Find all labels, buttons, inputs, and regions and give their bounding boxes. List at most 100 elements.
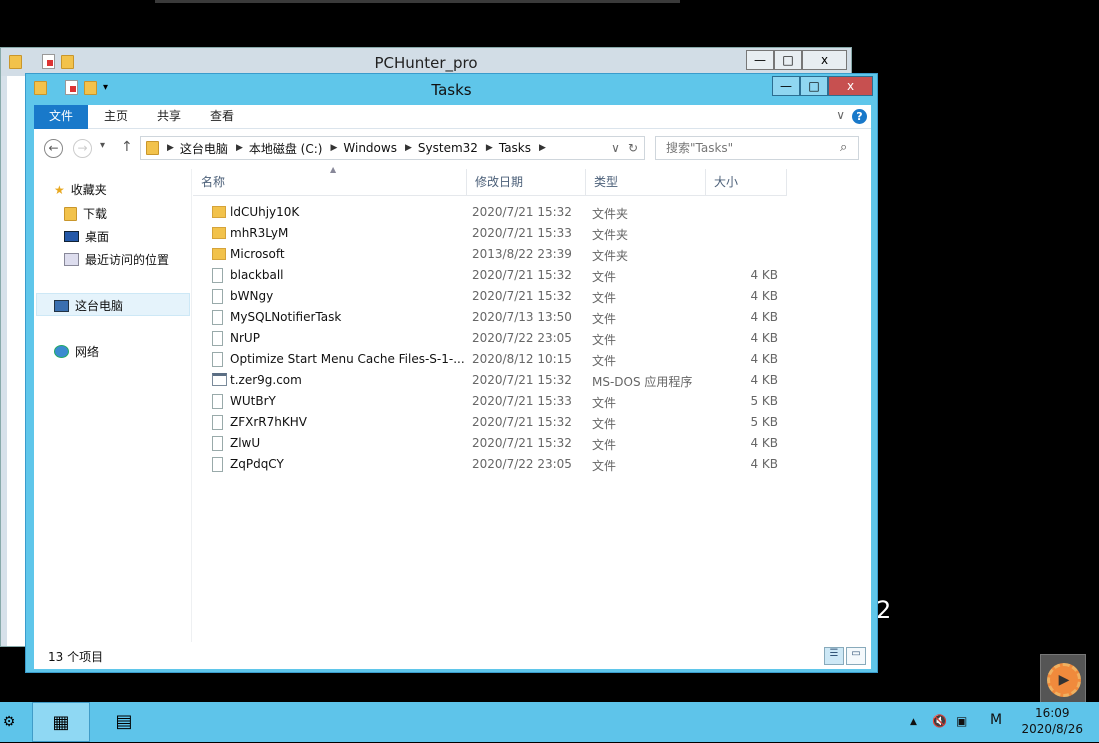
file-date: 2020/7/21 15:32	[472, 205, 572, 219]
show-hidden-icons-button[interactable]: ▲	[910, 717, 917, 727]
clock-date: 2020/8/26	[1021, 722, 1083, 736]
table-row[interactable]: ZFXrR7hKHV 2020/7/21 15:32 文件 5 KB	[202, 412, 802, 433]
tab-file[interactable]: 文件	[34, 105, 88, 129]
pchunter-close-button[interactable]: x	[802, 50, 847, 70]
explorer-window[interactable]: ▾ Tasks — □ x 文件 主页 共享 查看 ∨ ? ← → ▾ ↑ ▶ …	[25, 73, 878, 673]
breadcrumb-separator[interactable]: ▶	[236, 143, 243, 153]
file-name: bWNgy	[230, 289, 274, 303]
nav-favorites[interactable]: ★ 收藏夹	[54, 181, 107, 198]
table-row[interactable]: ZlwU 2020/7/21 15:32 文件 4 KB	[202, 433, 802, 454]
start-button[interactable]: ⚙	[0, 702, 18, 742]
table-row[interactable]: mhR3LyM 2020/7/21 15:33 文件夹	[202, 223, 802, 244]
volume-muted-icon[interactable]: 🔇	[932, 714, 947, 728]
file-list: 名称 ▲ 修改日期 类型 大小 ldCUhjy10K 2020/7/21 15:3…	[192, 165, 871, 642]
maximize-button[interactable]: □	[800, 76, 828, 96]
file-type: 文件	[592, 417, 617, 431]
performance-monitor-icon: ▤	[115, 711, 133, 732]
table-row[interactable]: NrUP 2020/7/22 23:05 文件 4 KB	[202, 328, 802, 349]
file-icon	[212, 415, 223, 430]
file-name: Microsoft	[230, 247, 285, 261]
clock-time: 16:09	[1034, 706, 1070, 720]
table-row[interactable]: bWNgy 2020/7/21 15:32 文件 4 KB	[202, 286, 802, 307]
tab-home[interactable]: 主页	[94, 105, 138, 129]
back-button[interactable]: ←	[44, 139, 63, 158]
back-icon: ←	[44, 139, 63, 158]
nav-desktop[interactable]: 桌面	[64, 228, 109, 245]
table-row[interactable]: ldCUhjy10K 2020/7/21 15:32 文件夹	[202, 202, 802, 223]
media-player-widget[interactable]: ▶	[1040, 654, 1086, 708]
file-date: 2020/7/21 15:32	[472, 289, 572, 303]
expand-ribbon-icon[interactable]: ∨	[836, 108, 845, 122]
breadcrumb-separator[interactable]: ▶	[167, 143, 174, 153]
nav-network[interactable]: 网络	[54, 343, 99, 360]
up-button[interactable]: ↑	[121, 139, 133, 155]
file-icon	[212, 436, 223, 451]
close-button[interactable]: x	[828, 76, 873, 96]
file-name: ZlwU	[230, 436, 261, 450]
nav-recent-label: 最近访问的位置	[85, 253, 170, 267]
navigation-bar: ← → ▾ ↑ ▶ 这台电脑 ▶ 本地磁盘 (C:) ▶ Windows ▶ S…	[34, 129, 871, 169]
ime-indicator[interactable]: M	[990, 712, 1002, 728]
desktop-icon	[64, 231, 79, 242]
table-row[interactable]: blackball 2020/7/21 15:32 文件 4 KB	[202, 265, 802, 286]
breadcrumb-windows[interactable]: Windows	[343, 141, 397, 155]
column-header-type[interactable]: 类型	[586, 169, 706, 196]
table-row[interactable]: Microsoft 2013/8/22 23:39 文件夹	[202, 244, 802, 265]
file-size: 4 KB	[750, 331, 778, 345]
tab-view[interactable]: 查看	[200, 105, 244, 129]
forward-icon: →	[73, 139, 92, 158]
network-status-icon[interactable]: ▣	[956, 714, 967, 728]
taskbar: ⚙ ▦ ▤ ▲ 🔇 ▣ M 16:09 2020/8/26	[0, 702, 1099, 742]
column-header-date[interactable]: 修改日期	[467, 169, 586, 196]
network-icon	[54, 345, 69, 358]
window-title: Tasks	[431, 81, 472, 99]
table-row[interactable]: t.zer9g.com 2020/7/21 15:32 MS-DOS 应用程序 4 K…	[202, 370, 802, 391]
help-icon[interactable]: ?	[852, 109, 867, 124]
pchunter-minimize-button[interactable]: —	[746, 50, 774, 70]
breadcrumb-system32[interactable]: System32	[418, 141, 478, 155]
table-row[interactable]: MySQLNotifierTask 2020/7/13 13:50 文件 4 KB	[202, 307, 802, 328]
search-icon[interactable]: ⌕	[840, 140, 847, 155]
breadcrumb-separator[interactable]: ▶	[405, 143, 412, 153]
large-icons-view-button[interactable]: ▭	[846, 647, 866, 665]
breadcrumb-separator[interactable]: ▶	[486, 143, 493, 153]
breadcrumb-separator[interactable]: ▶	[330, 143, 337, 153]
search-input[interactable]: 搜索"Tasks"	[655, 136, 859, 160]
recent-locations-button[interactable]: ▾	[100, 140, 105, 151]
play-icon: ▶	[1047, 663, 1081, 697]
clock[interactable]: 16:09 2020/8/26	[1021, 705, 1083, 737]
table-row[interactable]: WUtBrY 2020/7/21 15:33 文件 5 KB	[202, 391, 802, 412]
file-type: 文件	[592, 270, 617, 284]
nav-thispc[interactable]: 这台电脑	[54, 297, 123, 314]
details-view-button[interactable]: ☰	[824, 647, 844, 665]
file-name: NrUP	[230, 331, 260, 345]
recent-places-icon	[64, 253, 79, 266]
table-row[interactable]: Optimize Start Menu Cache Files-S-1-... 2…	[202, 349, 802, 370]
file-type: 文件	[592, 396, 617, 410]
tab-share[interactable]: 共享	[147, 105, 191, 129]
file-type: 文件	[592, 291, 617, 305]
breadcrumb-thispc[interactable]: 这台电脑	[180, 140, 228, 157]
nav-recent[interactable]: 最近访问的位置	[64, 251, 169, 268]
explorer-app-icon: ▦	[52, 712, 70, 733]
refresh-icon[interactable]: ↻	[628, 141, 638, 155]
file-date: 2020/7/22 23:05	[472, 331, 572, 345]
breadcrumb-cdrive[interactable]: 本地磁盘 (C:)	[249, 140, 323, 157]
breadcrumb-separator[interactable]: ▶	[539, 143, 546, 153]
pchunter-titlebar[interactable]: PCHunter_pro — □ x	[1, 48, 851, 76]
file-icon	[212, 394, 223, 409]
nav-network-label: 网络	[75, 345, 100, 359]
column-header-size[interactable]: 大小	[706, 169, 787, 196]
breadcrumb-tasks[interactable]: Tasks	[499, 141, 531, 155]
pchunter-maximize-button[interactable]: □	[774, 50, 802, 70]
table-row[interactable]: ZqPdqCY 2020/7/22 23:05 文件 4 KB	[202, 454, 802, 475]
taskbar-monitor-button[interactable]: ▤	[95, 702, 153, 742]
address-bar[interactable]: ▶ 这台电脑 ▶ 本地磁盘 (C:) ▶ Windows ▶ System32 …	[140, 136, 645, 160]
gear-icon: ⚙	[2, 714, 16, 730]
minimize-button[interactable]: —	[772, 76, 800, 96]
forward-button[interactable]: →	[73, 139, 92, 158]
nav-downloads[interactable]: 下载	[64, 205, 107, 222]
address-dropdown-icon[interactable]: ∨	[611, 141, 620, 155]
file-type: 文件	[592, 354, 617, 368]
taskbar-explorer-button[interactable]: ▦	[32, 702, 90, 742]
